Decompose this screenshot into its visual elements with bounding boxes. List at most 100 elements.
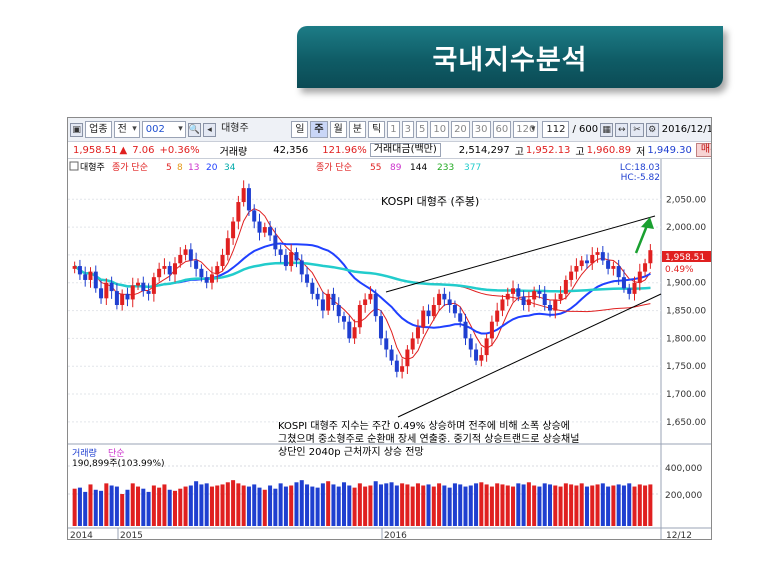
candle-body [516, 288, 521, 297]
mult-3[interactable]: 3 [401, 121, 414, 138]
low-value: 1,949.30 [647, 144, 692, 156]
legend-period: 144 [410, 163, 427, 173]
grid-icon[interactable]: ▦ [600, 122, 614, 137]
tools-icon[interactable]: ✂ [630, 122, 644, 137]
volume-bar [93, 489, 98, 526]
volume-bar [426, 484, 431, 526]
chart-date: 2016/12/1 [661, 124, 712, 135]
candle-body [299, 260, 304, 275]
volume-bar [146, 491, 151, 526]
candle-body [125, 293, 130, 300]
period-day[interactable]: 일 [291, 121, 309, 138]
period-month[interactable]: 월 [329, 121, 347, 138]
chart-area: 대형주 종가 단순 종가 단순 5 8 13 20 34 55 89 144 233 377 LC… [68, 159, 712, 540]
candle-body [273, 235, 278, 250]
candle-body [542, 293, 547, 305]
candle-body [114, 291, 119, 305]
volume-bar [606, 486, 611, 526]
mult-20[interactable]: 20 [451, 121, 470, 138]
count-input[interactable]: 112 [542, 121, 570, 138]
candle-body [405, 349, 410, 367]
volume-bar [468, 485, 473, 526]
buy-button[interactable]: 매수 [695, 143, 711, 157]
candle-body [246, 188, 251, 211]
volume-bar [109, 485, 114, 526]
volume-bar [389, 482, 394, 526]
volume-bar [542, 483, 547, 526]
volume-bar [537, 486, 542, 526]
volume-bar [584, 486, 589, 526]
candle-body [569, 271, 574, 280]
candle-body [141, 282, 146, 292]
legend-hc: HC:-5.82 [621, 173, 660, 183]
volume-bar [283, 486, 288, 526]
mult-60[interactable]: 60 [492, 121, 512, 138]
price-axis-label: 2,050.00 [666, 195, 706, 205]
candle-body [99, 288, 104, 299]
volume-bar [400, 483, 405, 526]
legend-period: 233 [437, 163, 454, 173]
volume-bar [394, 485, 399, 526]
mult-10[interactable]: 10 [430, 121, 450, 138]
volume-bar [637, 484, 642, 526]
close-value: 1,960.89 [586, 144, 632, 156]
volume-bar [204, 483, 209, 526]
volume-bar [326, 481, 331, 526]
volume-bar [225, 482, 230, 526]
candle-body [410, 338, 415, 350]
ruler-icon[interactable]: ↔ [615, 122, 629, 137]
volume-label: 거래량 [219, 146, 248, 158]
volume-bar [357, 483, 362, 526]
volume-bar [278, 483, 283, 526]
candle-body [643, 263, 648, 272]
candle-body [532, 291, 537, 300]
volume-bar [194, 481, 199, 526]
candle-body [342, 316, 347, 322]
volume-bar [72, 488, 77, 526]
speaker-icon[interactable]: ◂ [202, 122, 217, 137]
price-axis-label: 2,000.00 [666, 223, 706, 233]
close-label: 고 [575, 146, 585, 158]
mult-120[interactable]: 120 [513, 121, 539, 138]
volume-bar [141, 488, 146, 526]
volume-bar [458, 484, 463, 526]
high-label: 고 [514, 146, 524, 158]
candle-body [511, 288, 516, 294]
volume-bar [500, 484, 505, 526]
volume-ratio: 121.96% [322, 144, 367, 156]
volume-axis-400k: 400,000 [665, 464, 702, 474]
lock-icon[interactable]: ▣ [70, 122, 84, 137]
sector-selector[interactable]: 업종 [85, 121, 112, 138]
volume-bar [463, 486, 468, 526]
volume-bar [236, 483, 241, 526]
period-minute[interactable]: 분 [348, 121, 366, 138]
candle-body [421, 310, 426, 328]
mult-5[interactable]: 5 [415, 121, 429, 138]
volume-bar [273, 488, 278, 526]
volume-bar [294, 482, 299, 526]
mult-1[interactable]: 1 [387, 121, 400, 138]
volume-bar [447, 487, 452, 526]
price-chart[interactable]: 대형주 종가 단순 종가 단순 5 8 13 20 34 55 89 144 233 377 LC… [68, 159, 712, 540]
settings-icon[interactable]: ⚙ [645, 122, 659, 137]
volume-bar [579, 483, 584, 526]
price-axis-label: 1,650.00 [666, 418, 706, 428]
candle-body [632, 282, 637, 294]
slide-title-banner: 국내지수분석 [297, 26, 723, 88]
volume-bar [553, 485, 558, 526]
volume-bar [616, 484, 621, 526]
candle-body [289, 252, 294, 267]
volume-bar [209, 486, 214, 526]
period-week[interactable]: 주 [310, 121, 328, 138]
volume-bar [378, 484, 383, 526]
index-name-field[interactable]: 대형주 [218, 121, 274, 138]
code-input[interactable]: 002 [141, 121, 186, 138]
period-tick[interactable]: 틱 [368, 121, 386, 138]
mult-30[interactable]: 30 [471, 121, 491, 138]
volume-bar [611, 485, 616, 526]
volume-bar [368, 485, 373, 526]
volume-bar [547, 484, 553, 526]
search-icon[interactable]: 🔍 [187, 122, 201, 137]
candle-body [611, 266, 616, 269]
prev-button[interactable]: 전 [113, 121, 140, 138]
